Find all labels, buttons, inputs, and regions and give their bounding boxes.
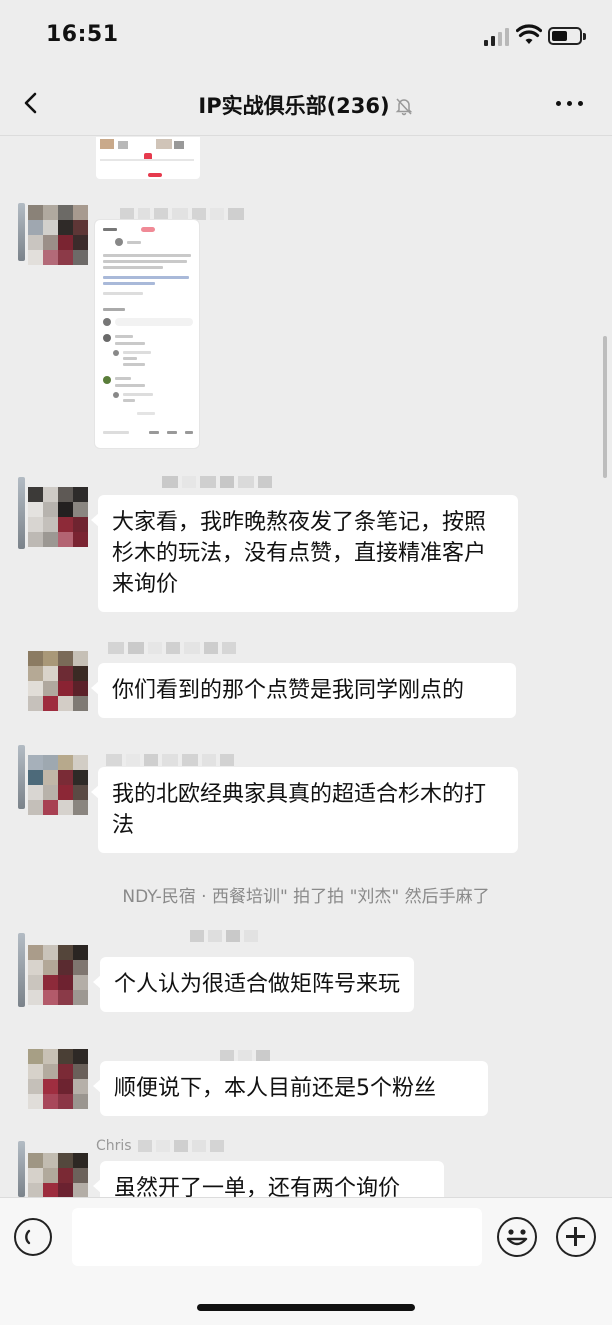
avatar[interactable] [28,651,88,711]
more-options-button[interactable] [552,92,588,114]
cellular-signal-icon [484,28,510,46]
voice-icon[interactable] [14,1218,52,1256]
avatar-edge [18,477,25,549]
avatar-edge [18,745,25,809]
avatar-edge [18,933,25,1007]
message-input[interactable] [72,1208,482,1266]
message-bubble[interactable]: 我的北欧经典家具真的超适合杉木的打法 [91,767,518,853]
message-bubble[interactable]: 个人认为很适合做矩阵号来玩 [93,957,414,1012]
bell-muted-icon [395,98,412,116]
image-message-partial[interactable] [96,137,200,179]
wifi-icon [516,24,542,44]
avatar[interactable] [28,755,88,815]
sender-name-blurred [106,753,234,767]
message-bubble[interactable]: 大家看，我昨晚熬夜发了条笔记，按照杉木的玩法，没有点赞，直接精准客户来询价 [91,495,518,612]
chat-title-text: IP实战俱乐部(236) [198,94,390,118]
avatar[interactable] [28,205,88,265]
battery-icon [548,27,586,45]
system-message-pat: NDY-民宿 · 西餐培训" 拍了拍 "刘杰" 然后手麻了 [122,887,490,907]
avatar[interactable] [28,487,88,547]
sender-name-blurred [96,641,236,655]
scrollbar[interactable] [603,336,607,478]
sender-name-text: Chris [96,1138,132,1154]
sender-name-blurred [162,475,272,489]
chat-header: IP实战俱乐部(236) [0,70,612,136]
avatar[interactable] [28,1049,88,1109]
plus-icon[interactable] [556,1217,596,1257]
avatar[interactable] [28,945,88,1005]
sender-name: Chris [96,1138,224,1154]
avatar-edge [18,203,25,261]
message-list[interactable]: 大家看，我昨晚熬夜发了条笔记，按照杉木的玩法，没有点赞，直接精准客户来询价 你们… [0,137,612,1197]
message-bubble[interactable]: 你们看到的那个点赞是我同学刚点的 [91,663,516,718]
avatar-edge [18,1141,25,1197]
status-bar: 16:51 [0,0,612,70]
avatar[interactable] [28,1153,88,1197]
message-bubble[interactable]: 顺便说下，本人目前还是5个粉丝 [93,1061,488,1116]
emoji-icon[interactable] [497,1217,537,1257]
sender-name-blurred [190,929,258,943]
home-indicator [197,1304,415,1311]
message-bubble[interactable]: 虽然开了一单，还有两个询价 [93,1161,444,1197]
chat-title: IP实战俱乐部(236) [0,90,612,120]
status-time: 16:51 [46,22,119,47]
image-message-screenshot[interactable] [94,219,200,449]
